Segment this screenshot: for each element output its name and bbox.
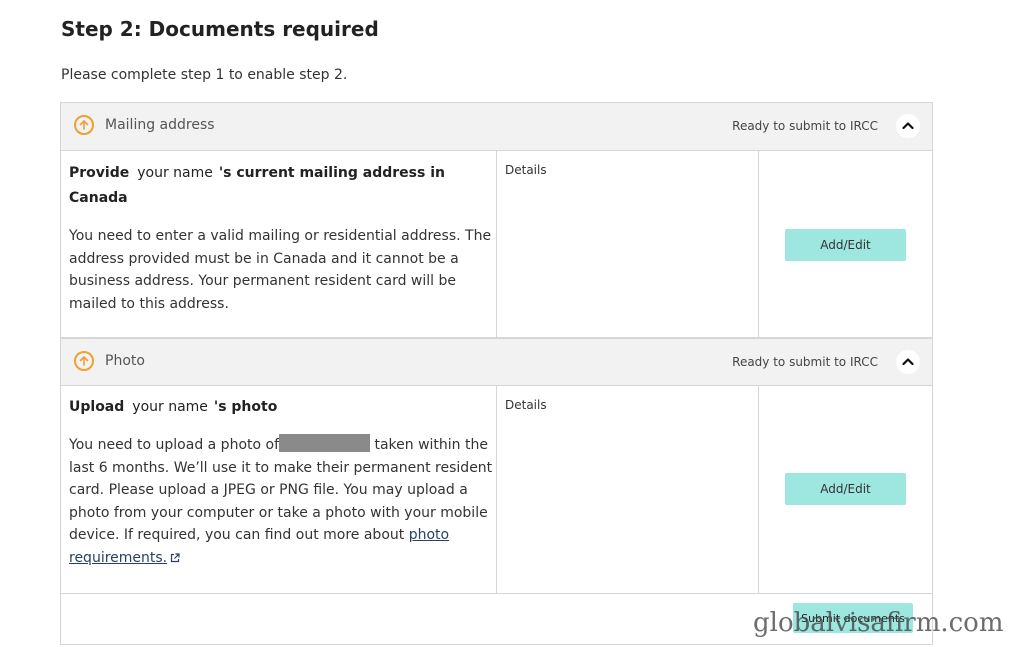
task-description: You need to enter a valid mailing or res… xyxy=(69,228,492,312)
add-edit-button[interactable]: Add/Edit xyxy=(785,473,906,505)
status-text: Ready to submit to IRCC xyxy=(732,119,878,133)
chevron-up-icon xyxy=(902,122,914,130)
collapse-button[interactable] xyxy=(896,114,920,138)
description-cell: Upload your name's photo You need to uplo… xyxy=(61,386,497,593)
mailing-address-row: Provide your name's current mailing addre… xyxy=(61,151,932,338)
details-cell: Details xyxy=(497,151,759,337)
task-heading: Upload your name's photo xyxy=(69,399,278,415)
details-label: Details xyxy=(505,163,547,177)
watermark: globalvisafirm.com xyxy=(753,608,1004,638)
collapse-button[interactable] xyxy=(896,350,920,374)
task-heading: Provide your name's current mailing addre… xyxy=(69,165,445,206)
page-title: Step 2: Documents required xyxy=(61,17,379,41)
external-link-icon xyxy=(170,548,180,571)
section-title: Photo xyxy=(105,353,145,369)
documents-panel: Mailing address Ready to submit to IRCC … xyxy=(60,102,933,645)
intro-text: Please complete step 1 to enable step 2. xyxy=(61,67,348,83)
add-edit-button[interactable]: Add/Edit xyxy=(785,229,906,261)
action-cell: Add/Edit xyxy=(759,386,932,593)
action-cell: Add/Edit xyxy=(759,151,932,337)
arrow-up-circle-icon xyxy=(74,351,94,371)
details-label: Details xyxy=(505,398,547,412)
redacted-name xyxy=(279,434,371,452)
section-title: Mailing address xyxy=(105,117,215,133)
arrow-up-circle-icon xyxy=(74,115,94,135)
chevron-up-icon xyxy=(902,358,914,366)
photo-row: Upload your name's photo You need to uplo… xyxy=(61,386,932,594)
mailing-address-header[interactable]: Mailing address Ready to submit to IRCC xyxy=(61,103,932,151)
details-cell: Details xyxy=(497,386,759,593)
photo-header[interactable]: Photo Ready to submit to IRCC xyxy=(61,338,932,386)
status-text: Ready to submit to IRCC xyxy=(732,355,878,369)
task-description: You need to upload a photo of taken with… xyxy=(69,434,495,570)
description-cell: Provide your name's current mailing addre… xyxy=(61,151,497,337)
